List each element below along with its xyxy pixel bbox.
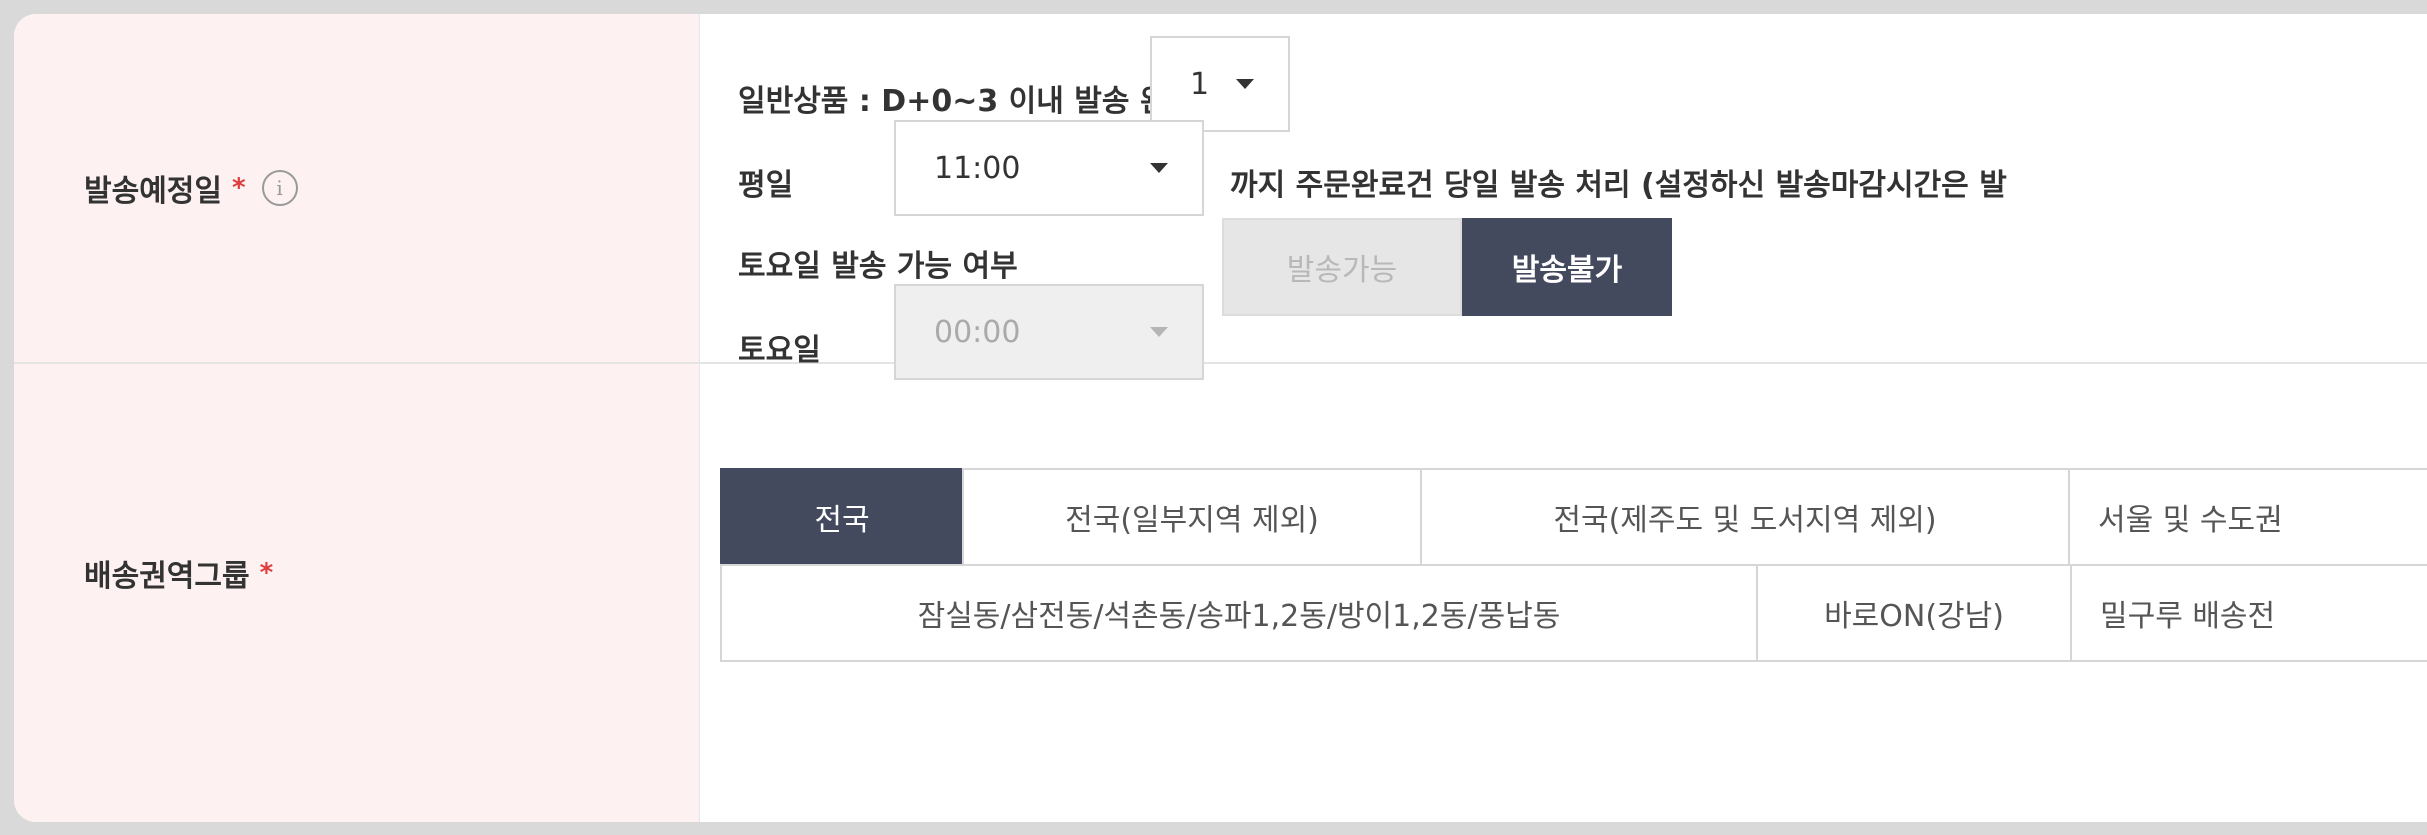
general-product-days-value: 1 — [1190, 66, 1210, 102]
saturday-available-option[interactable]: 발송가능 — [1222, 218, 1462, 316]
row-divider — [14, 362, 2427, 364]
saturday-time-value: 00:00 — [934, 314, 1021, 350]
zone-tab-milguru[interactable]: 밀구루 배송전 — [2070, 564, 2427, 662]
zone-tab-nationwide[interactable]: 전국 — [720, 468, 964, 566]
zone-tab-seoul-metro[interactable]: 서울 및 수도권 — [2068, 468, 2427, 566]
required-mark: * — [259, 558, 274, 588]
zone-tab-jamsil-area[interactable]: 잠실동/삼전동/석촌동/송파1,2동/방이1,2동/풍납동 — [720, 564, 1758, 662]
delivery-zone-label-group: 배송권역그룹 * — [84, 551, 273, 595]
zone-tab-nationwide-jeju-excluded[interactable]: 전국(제주도 및 도서지역 제외) — [1420, 468, 2070, 566]
shipping-settings-panel: 발송예정일 * i 일반상품 : D+0~3 이내 발송 완료 1 평일 11:… — [14, 14, 2427, 822]
saturday-unavailable-option[interactable]: 발송불가 — [1462, 218, 1672, 316]
saturday-label: 토요일 — [738, 333, 821, 368]
chevron-down-icon — [1236, 79, 1254, 89]
required-mark: * — [232, 173, 246, 203]
delivery-zone-label: 배송권역그룹 — [84, 559, 250, 594]
weekday-time-value: 11:00 — [934, 150, 1021, 186]
info-icon[interactable]: i — [261, 170, 298, 206]
general-product-days-select[interactable]: 1 — [1150, 36, 1290, 132]
zone-tab-nationwide-partial-excluded[interactable]: 전국(일부지역 제외) — [962, 468, 1422, 566]
shipping-date-label-group: 발송예정일 * i — [84, 166, 298, 210]
saturday-time-select[interactable]: 00:00 — [894, 284, 1204, 380]
weekday-time-select[interactable]: 11:00 — [894, 120, 1204, 216]
label-column — [14, 14, 700, 822]
shipping-date-label: 발송예정일 — [84, 174, 222, 209]
zone-tab-baro-on-gangnam[interactable]: 바로ON(강남) — [1756, 564, 2072, 662]
chevron-down-icon — [1150, 327, 1168, 337]
chevron-down-icon — [1150, 163, 1168, 173]
